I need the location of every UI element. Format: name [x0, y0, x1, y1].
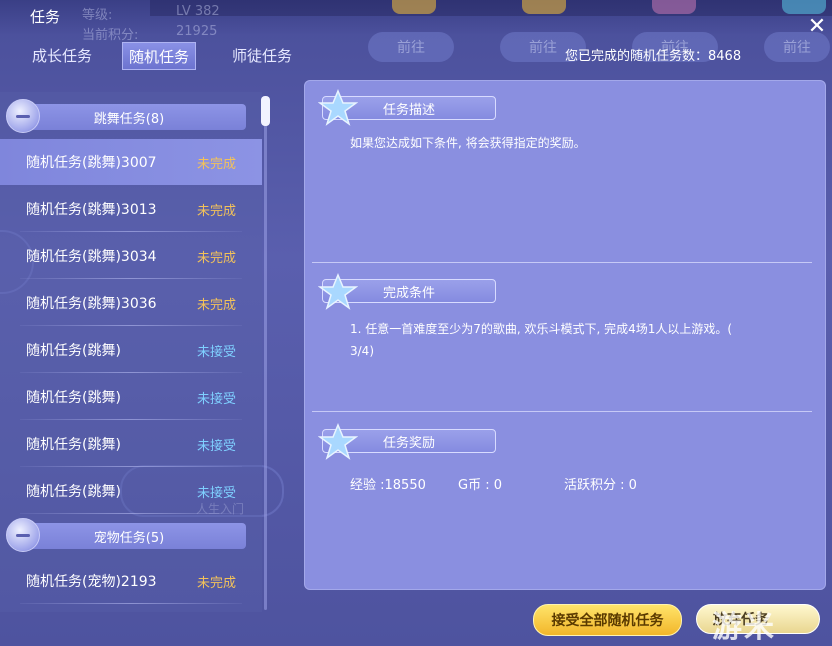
task-row[interactable]: 随机任务(跳舞)3034 未完成 — [0, 233, 262, 279]
background-score-value: 21925 — [176, 24, 218, 39]
task-row[interactable]: 随机任务(宠物)2193 未完成 — [0, 558, 262, 604]
watermark-logo: 游米 — [712, 610, 776, 645]
star-icon — [318, 89, 358, 126]
row-divider — [20, 231, 242, 232]
background-score-label: 当前积分: — [82, 28, 139, 43]
task-name: 随机任务(跳舞) — [26, 390, 121, 406]
group-header-pet[interactable]: 宠物任务(5) — [12, 523, 246, 549]
task-row[interactable]: 随机任务(跳舞) 未接受 — [0, 421, 262, 467]
task-name: 随机任务(跳舞)3034 — [26, 249, 157, 265]
background-item-icon — [392, 0, 436, 14]
background-item-icon — [652, 0, 696, 14]
reward-activity: 活跃积分 : 0 — [564, 478, 637, 493]
task-status: 未接受 — [197, 438, 237, 454]
row-divider — [20, 325, 242, 326]
task-status: 未接受 — [197, 391, 237, 407]
group-header-dance[interactable]: 跳舞任务(8) — [12, 104, 246, 130]
task-name: 随机任务(宠物)2193 — [26, 574, 157, 590]
task-row[interactable]: 随机任务(跳舞)3007 未完成 — [0, 139, 262, 185]
background-level-value: LV 382 — [176, 4, 220, 19]
row-divider — [20, 372, 242, 373]
task-status: 未完成 — [197, 575, 237, 591]
task-row[interactable]: 随机任务(跳舞)3036 未完成 — [0, 280, 262, 326]
reward-gold: G币 : 0 — [458, 478, 502, 493]
task-row[interactable]: 随机任务(跳舞) 未接受 — [0, 468, 262, 514]
background-goto-button: 前往 — [368, 32, 454, 62]
tab-growth[interactable]: 成长任务 — [26, 42, 98, 68]
star-icon — [318, 273, 358, 310]
description-text: 如果您达成如下条件, 将会获得指定的奖励。 — [350, 136, 586, 150]
background-item-icon — [782, 0, 826, 14]
reward-title: 任务奖励 — [383, 435, 436, 451]
section-divider — [312, 262, 812, 263]
row-divider — [20, 278, 242, 279]
background-strip — [150, 0, 832, 16]
tab-mentor[interactable]: 师徒任务 — [226, 42, 298, 68]
completed-count: 您已完成的随机任务数：8468 — [565, 49, 742, 64]
task-name: 随机任务(跳舞)3036 — [26, 296, 157, 312]
close-icon[interactable]: ✕ — [806, 16, 828, 38]
task-status: 未完成 — [197, 250, 237, 266]
task-row[interactable]: 随机任务(跳舞) 未接受 — [0, 374, 262, 420]
task-name: 随机任务(跳舞) — [26, 343, 121, 359]
window-title: 任务 — [30, 8, 61, 26]
task-name: 随机任务(跳舞)3007 — [26, 155, 157, 171]
task-status: 未完成 — [197, 297, 237, 313]
accept-all-button[interactable]: 接受全部随机任务 — [533, 604, 682, 636]
task-status: 未完成 — [197, 203, 237, 219]
condition-line-1: 1. 任意一首难度至少为7的歌曲, 欢乐斗模式下, 完成4场1人以上游戏。( — [350, 322, 733, 336]
reward-exp: 经验 :18550 — [350, 478, 426, 493]
task-row[interactable]: 随机任务(跳舞)3013 未完成 — [0, 186, 262, 232]
row-divider — [20, 603, 242, 604]
background-level-label: 等级: — [82, 8, 113, 23]
group-title: 宠物任务(5) — [93, 530, 165, 546]
task-status: 未接受 — [197, 485, 237, 501]
description-title: 任务描述 — [383, 102, 436, 118]
group-title: 跳舞任务(8) — [93, 111, 165, 127]
task-status: 未完成 — [197, 156, 237, 172]
section-divider — [312, 411, 812, 412]
task-name: 随机任务(跳舞)3013 — [26, 202, 157, 218]
task-name: 随机任务(跳舞) — [26, 484, 121, 500]
condition-line-2: 3/4) — [350, 344, 374, 358]
row-divider — [20, 466, 242, 467]
row-divider — [20, 419, 242, 420]
task-name: 随机任务(跳舞) — [26, 437, 121, 453]
collapse-minus-icon[interactable] — [6, 518, 40, 552]
row-divider — [20, 513, 242, 514]
scrollbar-thumb[interactable] — [261, 96, 270, 126]
scrollbar-track[interactable] — [264, 98, 267, 610]
conditions-title: 完成条件 — [383, 285, 436, 301]
task-status: 未接受 — [197, 344, 237, 360]
tab-random[interactable]: 随机任务 — [122, 42, 197, 70]
star-icon — [318, 423, 358, 460]
collapse-minus-icon[interactable] — [6, 99, 40, 133]
task-row[interactable]: 随机任务(跳舞) 未接受 — [0, 327, 262, 373]
background-item-icon — [522, 0, 566, 14]
